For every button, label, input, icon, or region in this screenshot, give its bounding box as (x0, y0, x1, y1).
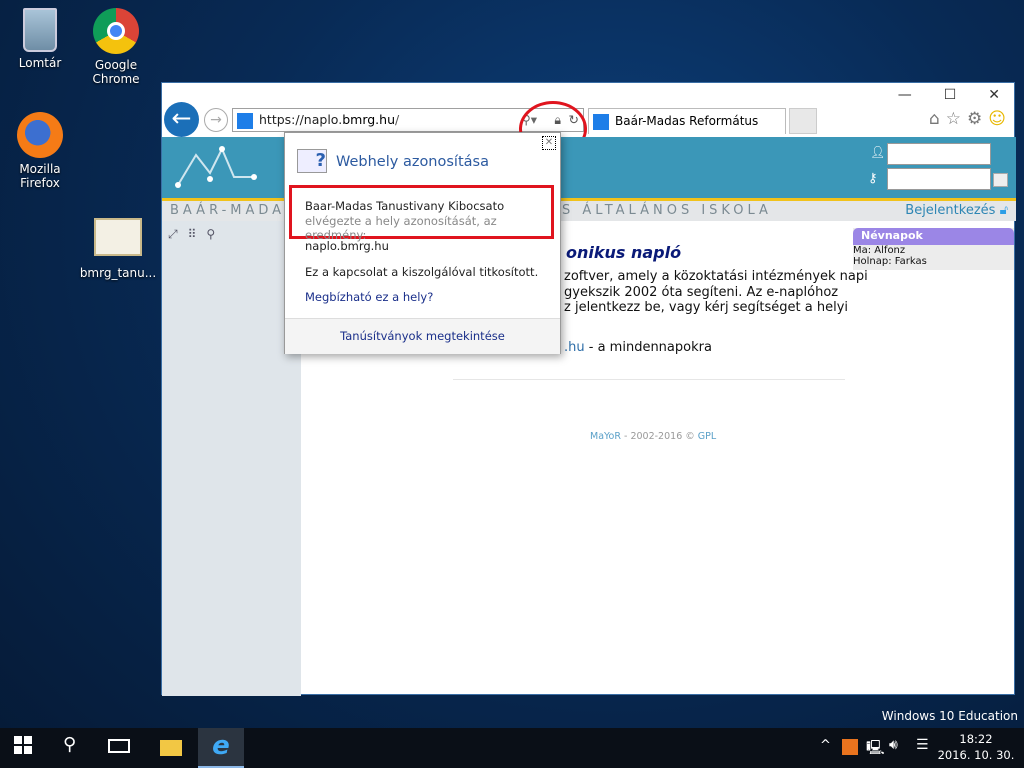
task-view-icon[interactable] (108, 739, 130, 753)
password-input[interactable] (887, 168, 991, 190)
windows-edition-watermark: Windows 10 Education (881, 709, 1018, 723)
smiley-feedback-icon[interactable]: ☺ (988, 109, 1006, 129)
network-icon[interactable]: 🖳︎ (866, 737, 885, 761)
close-button[interactable]: ✕ (988, 87, 1000, 103)
maximize-button[interactable]: ☐ (944, 87, 957, 103)
internet-explorer-icon: e (212, 731, 230, 761)
footer-gpl-link[interactable]: GPL (698, 431, 716, 442)
desktop-icon-certificate[interactable]: bmrg_tanu... (78, 218, 158, 280)
footer: MaYoR - 2002-2016 © GPL (590, 431, 717, 442)
toolbar-icons: ⌂ ☆ ⚙ ☺ (929, 109, 1006, 129)
window-controls: — ☐ ✕ (898, 87, 1000, 103)
identity-question-icon: ? (297, 149, 327, 173)
desktop-icon-recycle-bin[interactable]: Lomtár (0, 8, 80, 70)
back-button[interactable]: ← (164, 102, 199, 137)
firefox-icon (17, 112, 63, 158)
site-identity-popup: ✕ ? Webhely azonosítása Baar-Madas Tanus… (284, 132, 561, 354)
key-icon: ⚷ (868, 171, 878, 186)
intro-text: zoftver, amely a közoktatási intézmények… (564, 269, 868, 315)
trust-link[interactable]: Megbízható ez a hely? (305, 290, 433, 304)
footer-mayor-link[interactable]: MaYoR (590, 431, 621, 442)
unlock-icon: 🔓︎ (999, 203, 1008, 218)
certificate-icon (94, 218, 142, 256)
new-tab-button[interactable] (789, 108, 817, 134)
forward-button[interactable]: → (204, 108, 228, 132)
file-explorer-icon[interactable] (160, 740, 182, 756)
favorites-star-icon[interactable]: ☆ (946, 109, 961, 129)
home-icon[interactable]: ⌂ (929, 109, 940, 129)
settings-gear-icon[interactable]: ⚙ (967, 109, 982, 129)
tab-active[interactable]: Baár-Madas Református Gi... (588, 108, 817, 152)
java-update-icon[interactable] (842, 739, 858, 755)
mayor-logo (175, 146, 257, 188)
nevnapok-box: Névnapok Ma: Alfonz Holnap: Farkas (853, 228, 1014, 270)
start-button[interactable] (14, 736, 32, 754)
chrome-icon (93, 8, 139, 54)
left-sidebar: ⤢ ⠿ ⚲ (162, 221, 301, 696)
login-submit-button[interactable] (993, 173, 1008, 187)
popup-footer: Tanúsítványok megtekintése (285, 318, 560, 354)
expand-icon[interactable]: ⤢ (168, 227, 178, 242)
username-input[interactable] (887, 143, 991, 165)
sidebar-tools: ⤢ ⠿ ⚲ (162, 221, 301, 248)
popup-close-button[interactable]: ✕ (542, 136, 556, 150)
login-link[interactable]: Bejelentkezés 🔓︎ (905, 201, 1008, 221)
recycle-bin-icon (23, 8, 57, 52)
volume-icon[interactable]: 🔊︎ (889, 737, 898, 753)
grid-icon[interactable]: ⠿ (188, 227, 197, 242)
show-hidden-icons[interactable]: ^ (820, 738, 831, 753)
search-icon[interactable]: ⚲ (63, 734, 76, 755)
internet-explorer-taskbar-button[interactable]: e (198, 728, 244, 768)
site-favicon (237, 112, 253, 129)
divider (453, 379, 845, 380)
user-icon: 👤︎ (870, 145, 886, 159)
minimize-button[interactable]: — (898, 87, 912, 103)
page-title: onikus napló (566, 243, 682, 262)
taskbar: ⚲ e ^ 🖳︎ 🔊︎ ☰ 18:22 2016. 10. 30. (0, 728, 1024, 768)
view-certificates-link[interactable]: Tanúsítványok megtekintése (340, 329, 505, 343)
clock[interactable]: 18:22 2016. 10. 30. (936, 731, 1016, 763)
desktop-icon-chrome[interactable]: Google Chrome (76, 8, 156, 86)
tab-favicon (593, 113, 609, 130)
action-center-icon[interactable]: ☰ (916, 737, 929, 753)
search-icon[interactable]: ⚲ (206, 227, 215, 242)
desktop-icon-firefox[interactable]: Mozilla Firefox (0, 112, 80, 190)
tagline: .hu - a mindennapokra (564, 340, 712, 355)
mayor-link[interactable]: .hu (564, 340, 585, 355)
